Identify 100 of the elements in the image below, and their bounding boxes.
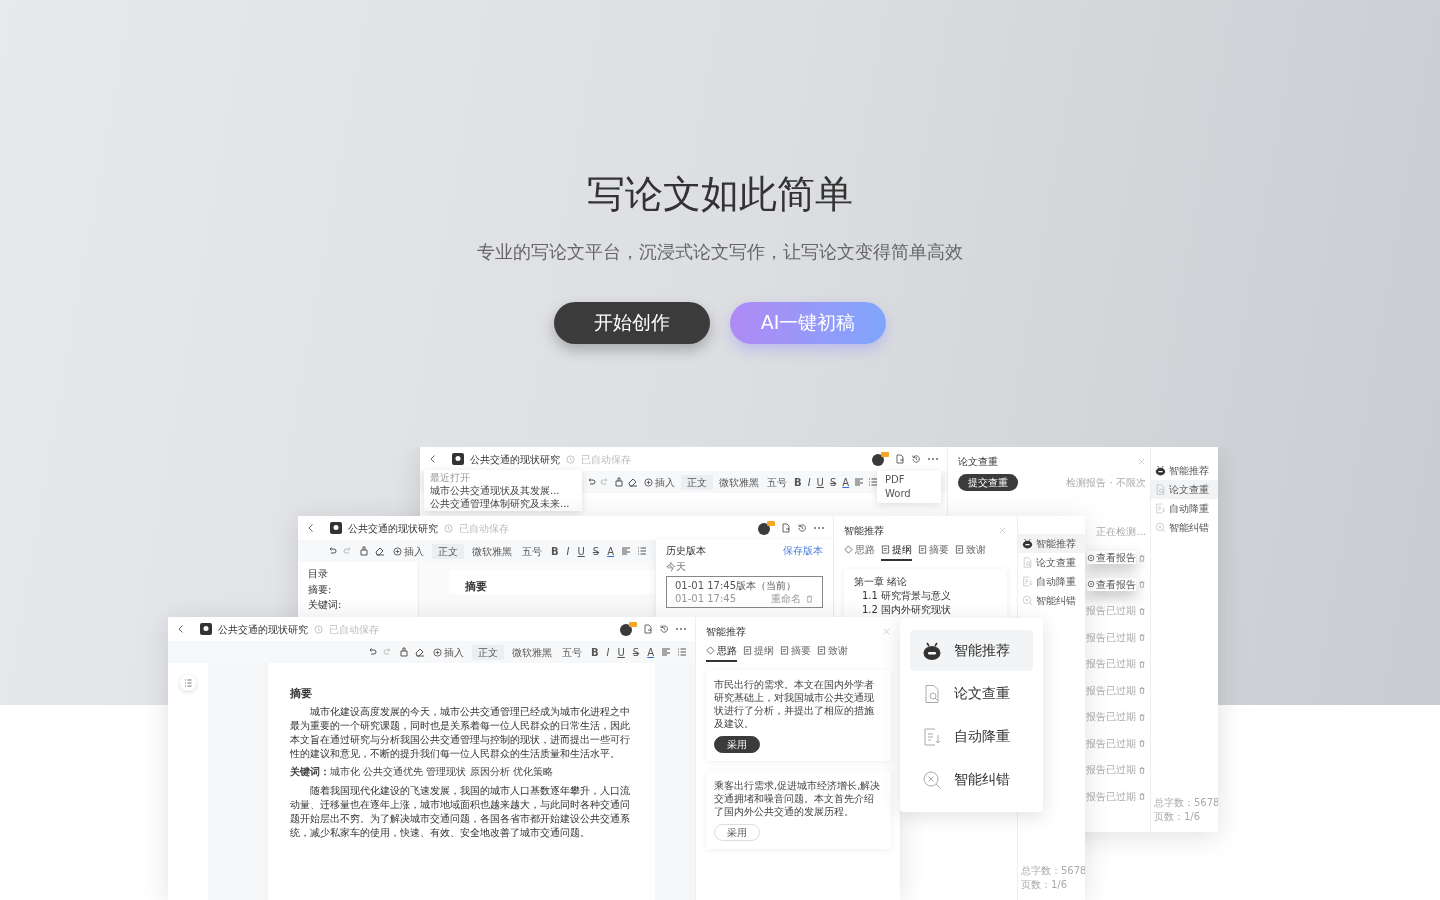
feature-tab[interactable]: 自动降重 <box>1151 499 1218 518</box>
more-icon[interactable] <box>675 627 687 631</box>
align-icon[interactable] <box>661 647 671 657</box>
style-select[interactable]: 正文 <box>681 474 713 490</box>
panel-tab[interactable]: 致谢 <box>955 543 986 561</box>
adopt-button[interactable]: 采用 <box>714 824 760 841</box>
panel-tab[interactable]: 致谢 <box>817 644 848 662</box>
feature-menu-item[interactable]: 自动降重 <box>910 716 1033 757</box>
view-report-link[interactable]: 查看报告 <box>1087 551 1136 565</box>
insert-button[interactable]: 插入 <box>390 544 426 558</box>
save-version-link[interactable]: 保存版本 <box>783 544 823 557</box>
format-button[interactable]: U <box>576 544 586 558</box>
recent-item[interactable]: 公共交通管理体制研究及未来... <box>430 497 576 510</box>
trash-icon[interactable] <box>1138 659 1146 668</box>
panel-tab[interactable]: 提纲 <box>743 644 774 662</box>
feature-tab[interactable]: 论文查重 <box>1018 553 1085 572</box>
feature-tab[interactable]: 智能纠错 <box>1151 518 1218 537</box>
eraser-icon[interactable] <box>374 546 385 556</box>
eraser-icon[interactable] <box>414 647 425 657</box>
trash-icon[interactable] <box>1138 553 1146 562</box>
font-select[interactable]: 五号 <box>765 475 789 489</box>
format-button[interactable]: A <box>646 645 655 659</box>
history-icon[interactable] <box>797 523 807 533</box>
feature-tab[interactable]: 智能纠错 <box>1018 591 1085 610</box>
align-icon[interactable] <box>854 477 865 487</box>
panel-tab[interactable]: 思路 <box>844 543 875 561</box>
export-icon[interactable] <box>643 624 653 634</box>
format-button[interactable]: S <box>828 475 838 489</box>
font-select[interactable]: 微软雅黑 <box>717 475 761 489</box>
style-select[interactable]: 正文 <box>431 543 464 559</box>
feature-tab[interactable]: 论文查重 <box>1151 480 1218 499</box>
paint-icon[interactable] <box>614 477 624 487</box>
format-button[interactable]: I <box>806 475 812 489</box>
insert-button[interactable]: 插入 <box>430 645 466 659</box>
font-select[interactable]: 微软雅黑 <box>469 544 514 558</box>
format-button[interactable]: I <box>605 645 611 659</box>
list-icon[interactable] <box>637 546 647 556</box>
format-button[interactable]: S <box>631 645 641 659</box>
feature-tab[interactable]: 智能推荐 <box>1018 534 1085 553</box>
export-option[interactable]: PDF <box>885 473 933 487</box>
avatar-icon[interactable] <box>757 521 775 535</box>
trash-icon[interactable] <box>1138 633 1146 642</box>
paint-icon[interactable] <box>398 647 409 657</box>
submit-button[interactable]: 提交查重 <box>958 474 1018 491</box>
view-report-link[interactable]: 查看报告 <box>1087 577 1136 591</box>
font-select[interactable]: 五号 <box>559 645 584 659</box>
style-select[interactable]: 正文 <box>471 644 504 660</box>
export-option[interactable]: Word <box>885 487 933 501</box>
feature-tab[interactable]: 自动降重 <box>1018 572 1085 591</box>
format-button[interactable]: I <box>565 544 571 558</box>
format-button[interactable]: U <box>616 645 626 659</box>
panel-tab[interactable]: 摘要 <box>918 543 949 561</box>
paint-icon[interactable] <box>358 546 369 556</box>
panel-tab[interactable]: 摘要 <box>780 644 811 662</box>
history-icon[interactable] <box>659 624 669 634</box>
adopt-button[interactable]: 采用 <box>714 736 760 753</box>
outline-item[interactable]: 第一章 绪论 <box>854 575 997 589</box>
avatar-icon[interactable] <box>871 452 889 466</box>
outline-entry[interactable]: 摘要: <box>308 584 408 596</box>
recent-item[interactable]: 城市公共交通现状及其发展... <box>430 484 576 497</box>
font-select[interactable]: 微软雅黑 <box>509 645 554 659</box>
trash-icon[interactable] <box>1138 686 1146 695</box>
version-card[interactable]: 01-01 17:45版本（当前） 01-01 17:45 重命名 <box>666 576 823 608</box>
font-select[interactable]: 五号 <box>519 544 544 558</box>
start-button[interactable]: 开始创作 <box>554 302 710 344</box>
trash-icon[interactable] <box>1138 792 1146 801</box>
back-icon[interactable] <box>428 454 438 464</box>
feature-menu-item[interactable]: 智能纠错 <box>910 759 1033 800</box>
panel-tab[interactable]: 提纲 <box>881 543 912 561</box>
format-button[interactable]: A <box>841 475 851 489</box>
feature-menu-item[interactable]: 论文查重 <box>910 673 1033 714</box>
undo-icon[interactable] <box>586 477 596 487</box>
align-icon[interactable] <box>621 546 631 556</box>
trash-icon[interactable] <box>1138 765 1146 774</box>
history-icon[interactable] <box>911 454 921 464</box>
avatar-icon[interactable] <box>619 622 637 636</box>
trash-icon[interactable] <box>1138 712 1146 721</box>
more-icon[interactable] <box>813 526 825 530</box>
format-button[interactable]: B <box>589 645 600 659</box>
feature-menu-item[interactable]: 智能推荐 <box>910 630 1033 671</box>
trash-icon[interactable] <box>1138 606 1146 615</box>
feature-tab[interactable]: 智能推荐 <box>1151 461 1218 480</box>
panel-tab[interactable]: 思路 <box>706 644 737 662</box>
outline-entry[interactable]: 关键词: <box>308 599 408 611</box>
trash-icon[interactable] <box>805 594 814 603</box>
outline-item[interactable]: 1.1 研究背景与意义 <box>862 589 997 603</box>
insert-button[interactable]: 插入 <box>642 475 677 489</box>
export-icon[interactable] <box>781 523 791 533</box>
back-icon[interactable] <box>176 624 186 634</box>
format-button[interactable]: B <box>793 475 803 489</box>
format-button[interactable]: A <box>606 544 615 558</box>
list-icon[interactable] <box>868 477 879 487</box>
format-button[interactable]: U <box>815 475 825 489</box>
outline-item[interactable]: 1.2 国内外研究现状 <box>862 603 997 617</box>
format-button[interactable]: S <box>591 544 601 558</box>
list-icon[interactable] <box>677 647 687 657</box>
format-button[interactable]: B <box>549 544 560 558</box>
eraser-icon[interactable] <box>628 477 638 487</box>
trash-icon[interactable] <box>1138 580 1146 589</box>
export-icon[interactable] <box>895 454 905 464</box>
